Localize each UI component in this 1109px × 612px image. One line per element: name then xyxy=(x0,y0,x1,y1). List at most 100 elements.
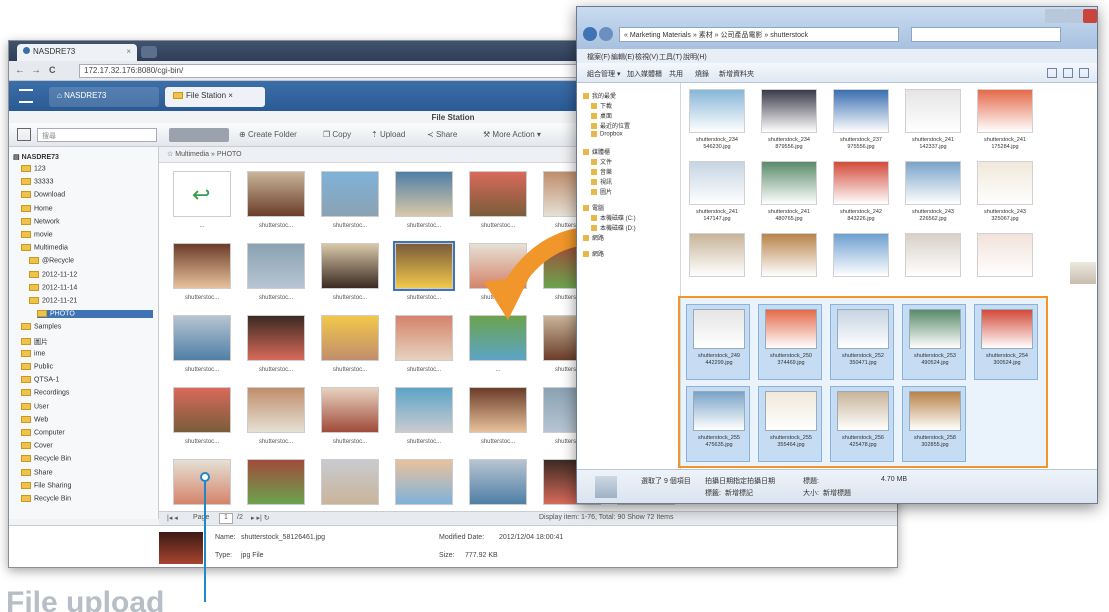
file-thumbnail[interactable] xyxy=(395,171,453,217)
tree-item[interactable]: ime xyxy=(21,349,153,357)
selected-image-item[interactable]: shutterstock_250 374469.jpg xyxy=(758,304,822,380)
nav-item[interactable]: Dropbox xyxy=(591,131,623,138)
selected-image-item[interactable]: shutterstock_255 475635.jpg xyxy=(686,386,750,462)
image-thumbnail[interactable] xyxy=(905,233,961,277)
image-thumbnail[interactable] xyxy=(833,161,889,205)
more-action-button[interactable]: ⚒ More Action ▾ xyxy=(479,127,545,143)
browser-tab[interactable]: NASDRE73 × xyxy=(17,44,137,61)
toolbar-item[interactable]: 新增資料夾 xyxy=(719,69,754,79)
nav-item[interactable]: 媒體櫃 xyxy=(583,147,610,156)
create-folder-button[interactable]: ⊕ Create Folder xyxy=(235,127,301,143)
tree-item[interactable]: Recycle Bin xyxy=(21,495,153,502)
selected-image-item[interactable]: shutterstock_253 490524.jpg xyxy=(902,304,966,380)
selected-image-item[interactable]: shutterstock_256 425478.jpg xyxy=(830,386,894,462)
image-thumbnail[interactable] xyxy=(689,161,745,205)
menu-item[interactable]: 檔案(F) xyxy=(587,52,610,62)
view-icon[interactable] xyxy=(1047,68,1057,78)
file-thumbnail[interactable] xyxy=(247,387,305,433)
tree-item[interactable]: Multimedia xyxy=(21,244,153,252)
back-icon[interactable] xyxy=(583,27,597,41)
tree-item[interactable]: Download xyxy=(21,191,153,199)
tree-item[interactable]: User xyxy=(21,402,153,410)
menu-item[interactable]: 說明(H) xyxy=(683,52,707,62)
image-thumbnail[interactable] xyxy=(761,89,817,133)
minimize-button[interactable] xyxy=(1045,9,1065,23)
tree-item[interactable]: Computer xyxy=(21,429,153,436)
nav-item[interactable]: 我的最愛 xyxy=(583,91,616,100)
tree-item[interactable]: Web xyxy=(21,415,153,423)
new-tab-button[interactable] xyxy=(141,46,157,58)
tree-item[interactable]: Recycle Bin xyxy=(21,455,153,463)
file-thumbnail[interactable] xyxy=(321,171,379,217)
nav-item[interactable]: 網路 xyxy=(583,249,604,258)
tree-item[interactable]: Cover xyxy=(21,442,153,450)
selected-image-item[interactable]: shutterstock_255 355464.jpg xyxy=(758,386,822,462)
tree-item[interactable]: Public xyxy=(21,363,153,370)
tree-item[interactable]: File Sharing xyxy=(21,481,153,489)
file-thumbnail[interactable] xyxy=(469,459,527,505)
file-thumbnail[interactable] xyxy=(469,387,527,433)
view-toggle-icon[interactable] xyxy=(17,128,31,141)
image-thumbnail[interactable] xyxy=(833,233,889,277)
file-thumbnail[interactable] xyxy=(173,387,231,433)
search-input[interactable]: 搜尋 xyxy=(37,128,157,142)
toolbar-item[interactable]: 共用 xyxy=(669,69,683,79)
nav-item[interactable]: 網路 xyxy=(583,233,604,242)
page-input[interactable]: 1 xyxy=(219,513,233,524)
tree-item[interactable]: QTSA-1 xyxy=(21,376,153,384)
file-thumbnail[interactable] xyxy=(247,459,305,505)
image-thumbnail[interactable] xyxy=(761,233,817,277)
tree-item[interactable]: 33333 xyxy=(21,178,153,186)
file-thumbnail[interactable] xyxy=(321,387,379,433)
reload-icon[interactable]: C xyxy=(49,65,56,75)
menu-item[interactable]: 編輯(E) xyxy=(611,52,634,62)
file-thumbnail[interactable] xyxy=(321,459,379,505)
image-thumbnail[interactable] xyxy=(977,89,1033,133)
file-thumbnail[interactable] xyxy=(247,171,305,217)
nav-item[interactable]: 下載 xyxy=(591,101,612,110)
tree-item[interactable]: movie xyxy=(21,231,153,238)
image-thumbnail[interactable] xyxy=(977,233,1033,277)
image-thumbnail[interactable] xyxy=(977,161,1033,205)
pager-first-icon[interactable]: |◂ ◂ xyxy=(167,514,178,522)
nav-item[interactable]: 最近的位置 xyxy=(591,121,630,130)
nav-item[interactable]: 本機磁碟 (D:) xyxy=(591,223,636,232)
image-thumbnail[interactable] xyxy=(689,89,745,133)
image-thumbnail[interactable] xyxy=(761,161,817,205)
close-button[interactable] xyxy=(1083,9,1097,23)
tab-filestation[interactable]: File Station × xyxy=(165,87,265,107)
pager-next-icon[interactable]: ▸ ▸| ↻ xyxy=(251,514,270,522)
file-thumbnail[interactable] xyxy=(395,315,453,361)
image-thumbnail[interactable] xyxy=(905,89,961,133)
file-thumbnail[interactable] xyxy=(469,171,527,217)
close-icon[interactable]: × xyxy=(228,91,233,100)
explorer-search-input[interactable] xyxy=(911,27,1061,42)
breadcrumb-path[interactable]: Multimedia » PHOTO xyxy=(175,151,241,158)
tree-item[interactable]: Network xyxy=(21,217,153,225)
tree-item[interactable]: 2012-11-12 xyxy=(29,270,153,278)
copy-button[interactable]: ❐ Copy xyxy=(319,127,355,143)
file-thumbnail[interactable] xyxy=(247,243,305,289)
help-icon[interactable] xyxy=(1079,68,1089,78)
file-thumbnail[interactable] xyxy=(395,387,453,433)
nav-item[interactable]: 文件 xyxy=(591,157,612,166)
maximize-button[interactable] xyxy=(1065,9,1083,23)
menu-item[interactable]: 檢視(V) xyxy=(635,52,658,62)
explorer-address-bar[interactable]: « Marketing Materials » 素材 » 公司產品電影 » sh… xyxy=(619,27,899,42)
nav-item[interactable]: 圖片 xyxy=(591,187,612,196)
tab-home[interactable]: ⌂ NASDRE73 xyxy=(49,87,159,107)
share-button[interactable]: ≺ Share xyxy=(423,127,461,143)
forward-icon[interactable]: → xyxy=(31,65,41,76)
nav-item[interactable]: 本機磁碟 (C:) xyxy=(591,213,636,222)
selected-image-item[interactable]: shutterstock_252 350471.jpg xyxy=(830,304,894,380)
nav-item[interactable]: 音樂 xyxy=(591,167,612,176)
tree-item[interactable]: Recordings xyxy=(21,389,153,397)
tree-item[interactable]: 123 xyxy=(21,165,153,172)
toolbar-item[interactable]: 組合管理 ▾ xyxy=(587,69,620,79)
tree-item[interactable]: Home xyxy=(21,204,153,212)
file-thumbnail[interactable] xyxy=(247,315,305,361)
file-thumbnail[interactable] xyxy=(173,459,231,505)
file-thumbnail[interactable] xyxy=(395,459,453,505)
close-icon[interactable]: × xyxy=(126,47,131,56)
nav-item[interactable]: 桌面 xyxy=(591,111,612,120)
